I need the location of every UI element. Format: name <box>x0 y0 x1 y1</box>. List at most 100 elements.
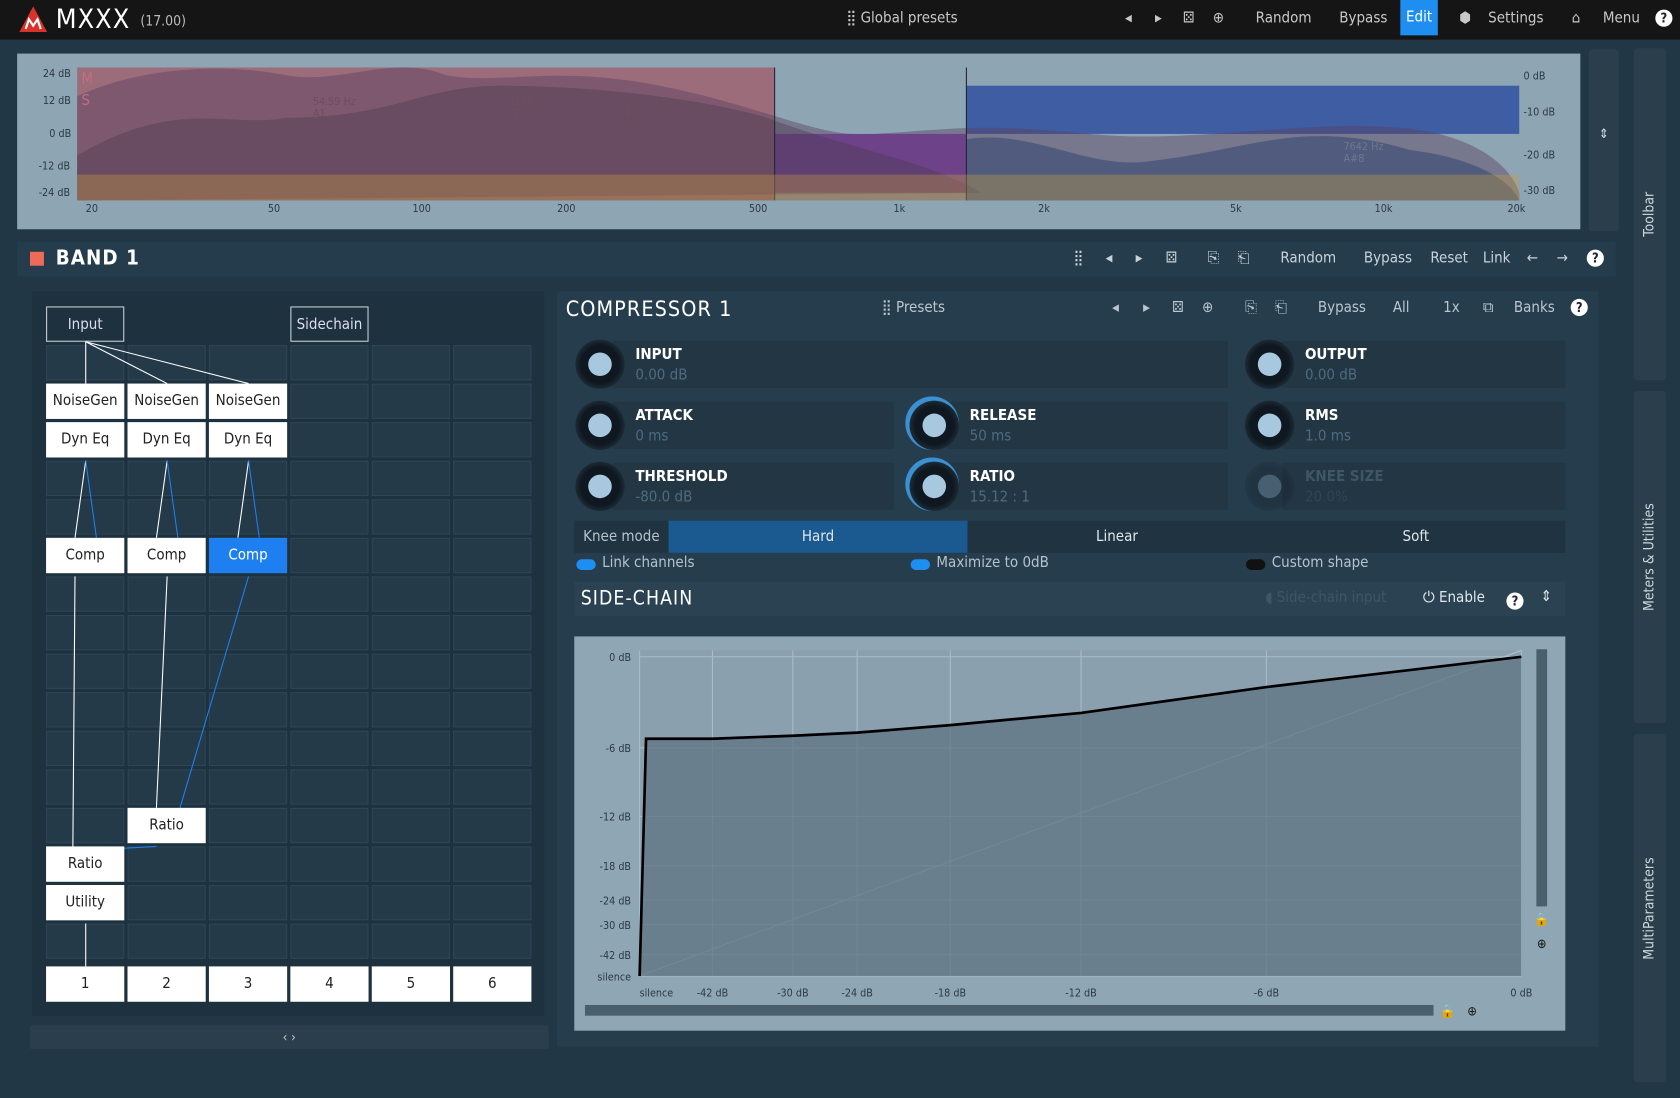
matrix-slot[interactable] <box>290 769 369 805</box>
matrix-slot[interactable] <box>290 653 369 689</box>
link-channels-toggle[interactable] <box>576 559 596 570</box>
band-bypass-button[interactable]: Bypass <box>1364 250 1412 267</box>
matrix-slot[interactable] <box>290 884 369 921</box>
paste-icon[interactable]: ⎗ <box>1275 299 1287 316</box>
matrix-slot[interactable] <box>453 499 532 535</box>
matrix-slot[interactable] <box>208 730 288 767</box>
module-dyn-eq[interactable]: Dyn Eq <box>127 422 206 458</box>
next-preset-icon[interactable]: ▸ <box>1155 10 1162 27</box>
custom-shape-toggle[interactable] <box>1246 559 1266 570</box>
mid-label[interactable]: M <box>81 71 93 88</box>
matrix-slot[interactable] <box>290 614 369 651</box>
edit-button[interactable]: Edit <box>1400 0 1438 36</box>
tab-multiparameters[interactable]: MultiParameters <box>1633 733 1667 1083</box>
help-icon[interactable]: ? <box>1655 9 1673 27</box>
matrix-slot[interactable] <box>453 576 532 612</box>
settings-icon[interactable]: ⬢ <box>1459 10 1471 27</box>
module-comp[interactable]: Comp <box>46 537 125 574</box>
matrix-slot[interactable] <box>371 576 450 612</box>
output-1[interactable]: 1 <box>46 966 125 1002</box>
matrix-slot[interactable] <box>208 499 288 535</box>
matrix-slot[interactable] <box>371 769 450 805</box>
side-label[interactable]: S <box>81 92 90 109</box>
bypass-button[interactable]: Bypass <box>1339 10 1387 27</box>
input-value[interactable]: 0.00 dB <box>635 366 687 383</box>
matrix-slot[interactable] <box>46 653 125 689</box>
matrix-slot[interactable] <box>46 460 125 497</box>
matrix-slot[interactable] <box>371 884 450 921</box>
matrix-slot[interactable] <box>127 692 206 728</box>
output-6[interactable]: 6 <box>453 966 532 1002</box>
undo-arrow-icon[interactable]: ← <box>1527 250 1538 267</box>
matrix-slot[interactable] <box>46 499 125 535</box>
lock-icon[interactable]: 🔒 <box>1534 913 1550 928</box>
matrix-slot[interactable] <box>453 653 532 689</box>
matrix-slot[interactable] <box>453 344 532 381</box>
matrix-slot[interactable] <box>453 537 532 574</box>
rms-knob[interactable] <box>1244 400 1295 450</box>
matrix-slot[interactable] <box>208 576 288 612</box>
knee-hard-option[interactable]: Hard <box>668 520 968 553</box>
random-dice-icon[interactable]: ⚄ <box>1166 250 1178 267</box>
redo-arrow-icon[interactable]: → <box>1557 250 1568 267</box>
matrix-slot[interactable] <box>127 576 206 612</box>
matrix-slot[interactable] <box>371 344 450 381</box>
add-preset-icon[interactable]: ⊕ <box>1213 10 1224 27</box>
ratio-knob[interactable] <box>909 461 959 512</box>
matrix-slot[interactable] <box>290 846 369 882</box>
matrix-slot[interactable] <box>290 344 369 381</box>
matrix-slot[interactable] <box>371 846 450 882</box>
matrix-slot[interactable] <box>127 653 206 689</box>
matrix-slot[interactable] <box>453 769 532 805</box>
module-utility[interactable]: Utility <box>46 884 125 921</box>
matrix-slot[interactable] <box>371 460 450 497</box>
output-value[interactable]: 0.00 dB <box>1305 366 1357 383</box>
module-ratio[interactable]: Ratio <box>46 846 125 882</box>
matrix-slot[interactable] <box>46 692 125 728</box>
sidechain-help-icon[interactable]: ? <box>1506 592 1524 610</box>
output-2[interactable]: 2 <box>127 966 206 1002</box>
zoom-in-icon[interactable]: ⊕ <box>1467 1005 1477 1020</box>
banks-icon[interactable]: ⧉ <box>1483 299 1494 316</box>
matrix-slot[interactable] <box>290 537 369 574</box>
input-node[interactable]: Input <box>46 306 125 342</box>
matrix-slot[interactable] <box>453 383 532 419</box>
zoom-in-icon[interactable]: ⊕ <box>1537 937 1547 952</box>
copy-icon[interactable]: ⎘ <box>1245 299 1257 316</box>
matrix-slot[interactable] <box>208 653 288 689</box>
expand-icon[interactable]: ⇕ <box>1589 126 1619 141</box>
matrix-slot[interactable] <box>371 499 450 535</box>
output-3[interactable]: 3 <box>208 966 288 1002</box>
module-noisegen[interactable]: NoiseGen <box>208 383 288 419</box>
matrix-slot[interactable] <box>453 884 532 921</box>
attack-value[interactable]: 0 ms <box>635 427 668 444</box>
oversampling-button[interactable]: 1x <box>1443 299 1460 316</box>
input-knob[interactable] <box>575 339 625 389</box>
compressor-help-icon[interactable]: ? <box>1570 298 1588 317</box>
transfer-curve-graph[interactable]: silence -42 dB -30 dB -24 dB -18 dB -12 dB -6 … <box>574 636 1566 1031</box>
matrix-slot[interactable] <box>127 499 206 535</box>
matrix-slot[interactable] <box>453 422 532 458</box>
matrix-slot[interactable] <box>208 807 288 844</box>
matrix-slot[interactable] <box>46 576 125 612</box>
matrix-slot[interactable] <box>127 460 206 497</box>
matrix-slot[interactable] <box>371 807 450 844</box>
attack-knob[interactable] <box>575 400 625 450</box>
horizontal-scrollbar[interactable] <box>584 1004 1434 1016</box>
copy-icon[interactable]: ⎘ <box>1207 250 1219 267</box>
matrix-slot[interactable] <box>46 730 125 767</box>
random-button[interactable]: Random <box>1256 10 1312 27</box>
tab-meters-utilities[interactable]: Meters & Utilities <box>1633 391 1667 724</box>
matrix-slot[interactable] <box>371 537 450 574</box>
prev-preset-icon[interactable]: ◂ <box>1125 10 1132 27</box>
release-knob[interactable] <box>909 400 959 450</box>
matrix-slot[interactable] <box>290 730 369 767</box>
settings-button[interactable]: Settings <box>1488 10 1543 27</box>
matrix-slot[interactable] <box>46 769 125 805</box>
random-dice-icon[interactable]: ⚄ <box>1183 10 1195 27</box>
spectrum-display[interactable]: 24 dB 12 dB 0 dB -12 dB -24 dB 0 dB -10 … <box>17 53 1581 230</box>
matrix-slot[interactable] <box>371 422 450 458</box>
matrix-slot[interactable] <box>208 344 288 381</box>
sidechain-enable-button[interactable]: ⏻ Enable <box>1423 589 1485 606</box>
module-dyn-eq[interactable]: Dyn Eq <box>208 422 288 458</box>
